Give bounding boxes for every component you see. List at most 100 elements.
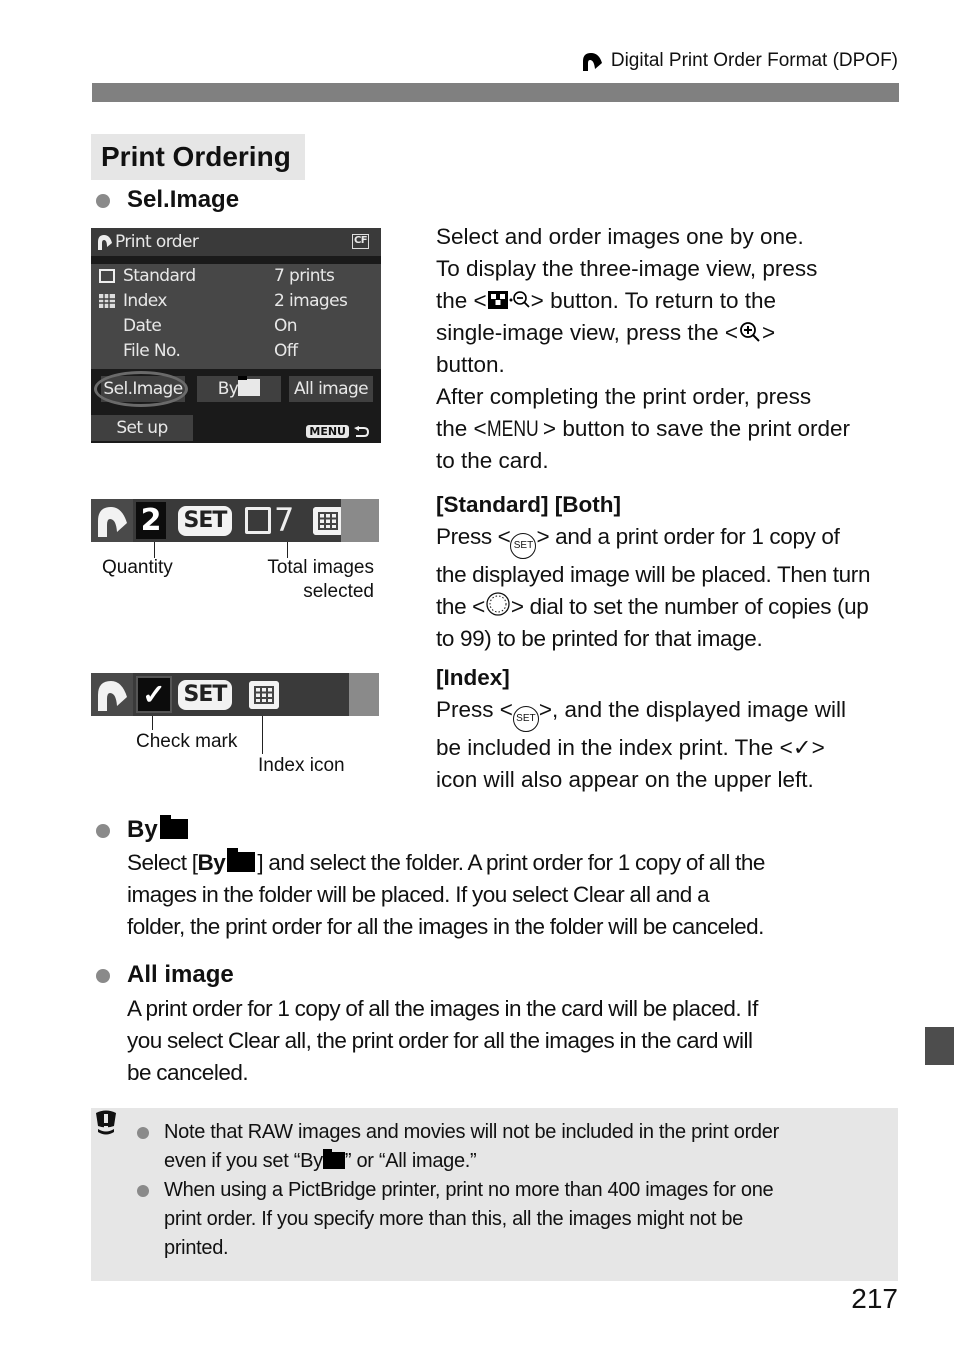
dpof-icon-cell	[91, 673, 133, 716]
index-leader-line	[262, 716, 263, 754]
desc-line: be included in the index print. The <✓>	[436, 732, 906, 764]
standard-print-icon	[99, 269, 115, 283]
text-run: By	[127, 816, 158, 843]
bullet-icon	[96, 969, 110, 983]
caution-line: even if you set “By ” or “All image.”	[137, 1147, 887, 1176]
header-rule	[92, 83, 899, 102]
all-image-description: A print order for 1 copy of all the imag…	[127, 993, 907, 1089]
index-description: [Index] Press < SET >, and the displayed i…	[436, 662, 906, 796]
text-run: > button. To return to the	[530, 288, 777, 313]
text-run: single-image view, press the <	[436, 320, 739, 345]
folder-icon	[159, 815, 188, 839]
text-run: > dial to set the number of copies (up	[510, 594, 869, 619]
text-run: ” or “All image.”	[344, 1150, 477, 1172]
cf-card-icon: CF	[352, 234, 369, 249]
page-number: 217	[851, 1283, 898, 1314]
desc-line: icon will also appear on the upper left.	[436, 767, 814, 792]
desc-line: Press < SET > and a print order for 1 copy…	[436, 521, 906, 559]
text-run: > and a print order for 1 copy of	[536, 524, 840, 549]
para-line: images in the folder will be placed. If …	[127, 882, 710, 907]
running-header: Digital Print Order Format (DPOF)	[581, 50, 898, 72]
check-mark-callout: Check mark	[136, 731, 238, 752]
standard-description: [Standard] [Both] Press < SET > and a prin…	[436, 489, 906, 655]
lcd-row-label: Standard	[123, 266, 196, 286]
lcd-row-value: Off	[274, 341, 298, 361]
standard-print-icon	[245, 507, 271, 534]
header-title: Digital Print Order Format (DPOF)	[610, 50, 898, 71]
by-folder-heading-text: By	[127, 815, 188, 844]
quantity-callout: Quantity	[102, 557, 173, 578]
desc-line: single-image view, press the < >	[436, 317, 906, 349]
para-line: you select Clear all, the print order fo…	[127, 1028, 753, 1053]
camera-lcd-print-order: Print order CF Standard 7 prints Index 2…	[91, 228, 381, 443]
chapter-thumb-tab	[925, 1027, 954, 1065]
text-run: >	[762, 320, 776, 345]
check-mark-icon: ✓	[792, 735, 812, 760]
desc-line: the <MENU > button to save the print orde…	[436, 413, 906, 445]
lcd-row-standard[interactable]: Standard 7 prints	[99, 264, 379, 288]
all-image-heading-text: All image	[127, 961, 234, 988]
lcd-row-file-no[interactable]: File No. Off	[99, 339, 379, 363]
lcd-set-up-button[interactable]: Set up	[91, 415, 193, 441]
caution-icon	[96, 1110, 116, 1135]
text-run: Select [	[127, 850, 198, 875]
desc-line: button.	[436, 352, 505, 377]
lcd-by-folder-button[interactable]: By	[197, 376, 281, 402]
sel-image-description: Select and order images one by one. To d…	[436, 221, 906, 477]
bullet-icon	[137, 1185, 149, 1197]
caution-line: printed.	[164, 1237, 229, 1259]
index-zoom-out-button-icon	[487, 291, 530, 309]
para-line: be canceled.	[127, 1060, 249, 1085]
text-run: be included in the index print. The <	[436, 735, 793, 760]
lcd-all-image-button[interactable]: All image	[289, 376, 373, 402]
lcd-row-date[interactable]: Date On	[99, 314, 379, 338]
index-print-icon	[313, 507, 343, 535]
set-button-icon: SET	[512, 706, 539, 732]
menu-button-icon: MENU	[486, 416, 539, 441]
lcd-row-label: Date	[123, 316, 162, 336]
strip-tail	[349, 673, 379, 716]
callout-line: selected	[303, 581, 374, 602]
bullet-icon	[137, 1127, 149, 1139]
zoom-in-button-icon	[740, 322, 760, 342]
desc-line: to 99) to be printed for that image.	[436, 626, 763, 651]
desc-line: the < > dial to set the number of copies …	[436, 591, 906, 623]
text-run: >, and the displayed image will	[538, 697, 846, 722]
lcd-title: Print order	[115, 232, 199, 252]
lcd-row-label: File No.	[123, 341, 181, 361]
strip-tail	[341, 499, 379, 542]
lcd-row-value: 2 images	[274, 291, 348, 311]
lcd-row-index[interactable]: Index 2 images	[99, 289, 379, 313]
set-button-icon: SET	[178, 680, 232, 710]
all-image-heading: All image	[96, 961, 234, 989]
folder-icon	[227, 848, 256, 872]
callout-line: Total images	[267, 557, 374, 578]
caution-line: When using a PictBridge printer, print n…	[164, 1179, 774, 1201]
caution-item: Note that RAW images and movies will not…	[137, 1118, 887, 1176]
index-subheading: [Index]	[436, 665, 510, 690]
dpof-icon-cell	[91, 499, 133, 542]
text-run: the <	[436, 416, 487, 441]
text-run: ] and select the folder. A print order f…	[257, 850, 765, 875]
dpof-print-icon	[98, 681, 127, 711]
folder-icon	[238, 376, 261, 396]
text-run: >	[811, 735, 825, 760]
text-run: the <	[436, 288, 487, 313]
standard-subheading: [Standard] [Both]	[436, 492, 621, 517]
dpof-print-icon	[98, 507, 127, 537]
lcd-menu-return[interactable]: MENU	[306, 425, 369, 438]
dpof-print-icon	[582, 53, 602, 71]
by-folder-heading: By	[96, 815, 188, 844]
set-button-icon: SET	[510, 533, 537, 559]
index-icon-callout: Index icon	[258, 755, 345, 776]
text-run: Press <	[436, 524, 511, 549]
desc-line: the displayed image will be placed. Then…	[436, 562, 871, 587]
selection-highlight-oval	[94, 371, 188, 407]
folder-icon	[322, 1149, 345, 1169]
dpof-print-icon	[98, 235, 112, 250]
desc-line: Press < SET >, and the displayed image wil…	[436, 694, 906, 732]
total-images-callout: Total images selected	[249, 556, 374, 604]
return-arrow-icon	[354, 425, 369, 437]
desc-line: to the card.	[436, 448, 549, 473]
desc-line: the < > button. To return to the	[436, 285, 906, 317]
